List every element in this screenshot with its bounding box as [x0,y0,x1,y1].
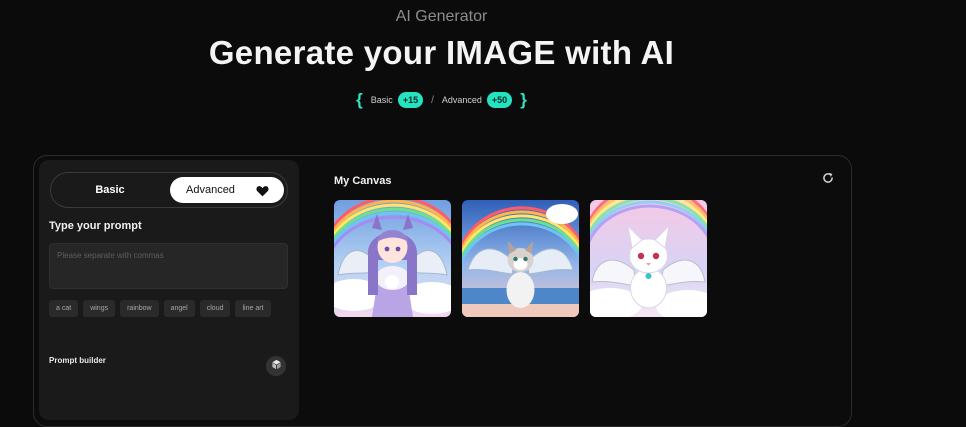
page-subtitle: AI Generator [395,8,488,25]
canvas-image-2[interactable] [462,200,579,317]
credits-bar: { Basic +15 / Advanced +50 } [0,90,883,110]
prompt-builder-label: Prompt builder [49,356,106,365]
heart-icon [256,184,269,202]
suggestion-chip[interactable]: rainbow [120,300,159,317]
mode-advanced-label: Advanced [186,184,235,196]
suggestion-chip[interactable]: a cat [49,300,79,317]
basic-credit-label: Basic [370,95,393,105]
credit-separator: / [431,94,434,106]
cube-icon [271,357,282,375]
refresh-icon[interactable] [821,171,835,185]
suggestion-chip[interactable]: wings [83,300,116,317]
prompt-builder-button[interactable] [266,356,286,376]
close-brace: } [520,90,527,109]
open-brace: { [356,90,363,109]
suggestion-chip[interactable]: line art [235,300,271,317]
prompt-input[interactable] [49,243,288,289]
canvas-image-1[interactable] [334,200,451,317]
canvas-image-3[interactable] [590,200,707,317]
advanced-credit-badge: +50 [486,92,513,108]
prompt-panel: Basic Advanced Type your prompt a cat wi… [39,160,299,420]
basic-credit-badge: +15 [397,92,424,108]
advanced-credit-label: Advanced [441,95,482,105]
prompt-title: Type your prompt [49,220,142,232]
mode-toggle: Basic Advanced [50,172,288,208]
prompt-suggestions: a cat wings rainbow angel cloud line art [49,300,289,317]
suggestion-chip[interactable]: angel [163,300,195,317]
mode-basic-button[interactable]: Basic [51,173,169,207]
page-title: Generate your IMAGE with AI [208,34,675,71]
canvas-title: My Canvas [334,175,392,187]
mode-advanced-button[interactable]: Advanced [170,177,284,203]
suggestion-chip[interactable]: cloud [199,300,231,317]
